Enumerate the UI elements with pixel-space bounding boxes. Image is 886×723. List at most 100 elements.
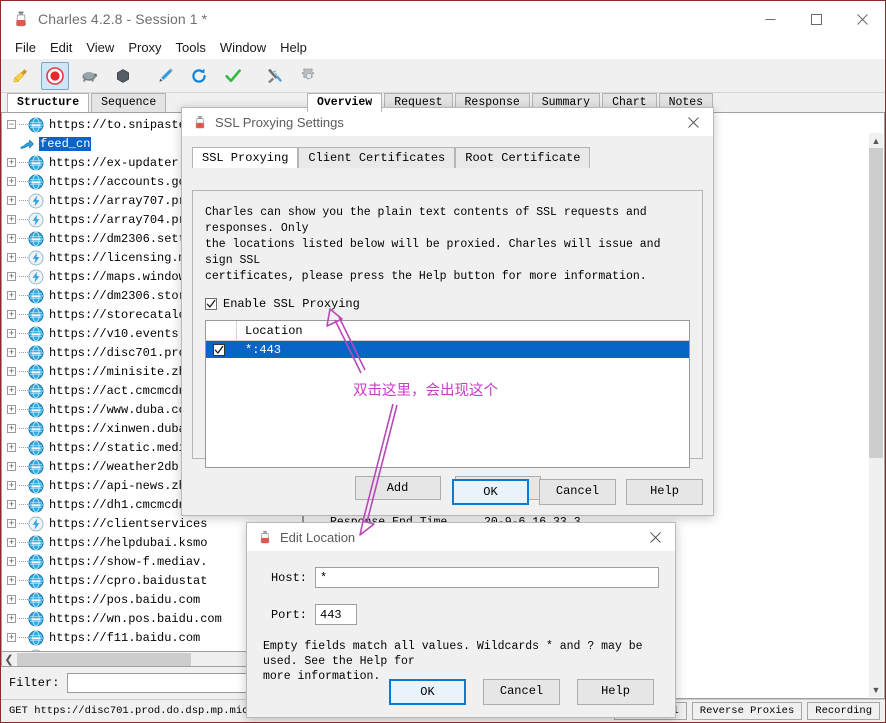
host-input[interactable] [315,567,659,588]
tools-wrench-icon[interactable] [261,62,289,90]
edit-dialog-footer: OK Cancel Help [379,679,661,705]
ssl-dialog-close-icon[interactable] [673,108,713,136]
expand-icon[interactable]: + [4,421,19,436]
host-globe-icon [28,535,44,551]
tab-root-certificate[interactable]: Root Certificate [455,147,591,168]
expand-icon[interactable]: + [4,364,19,379]
breakpoints-hexagon-icon[interactable] [109,62,137,90]
expand-icon[interactable]: + [4,630,19,645]
status-recording-button[interactable]: Recording [807,702,880,720]
scroll-left-arrow[interactable]: ❮ [2,653,16,666]
expand-icon[interactable]: + [4,611,19,626]
expand-icon[interactable]: + [4,554,19,569]
expand-icon[interactable]: + [4,193,19,208]
ssl-proxying-pane: Charles can show you the plain text cont… [192,190,703,500]
table-row[interactable]: *:443 [206,341,689,358]
edit-dialog-titlebar: Edit Location [247,523,675,551]
overview-vertical-scrollbar[interactable]: ▲ ▼ [869,133,883,697]
location-value-cell[interactable]: *:443 [237,343,281,357]
expand-icon[interactable]: + [4,402,19,417]
tab-sequence[interactable]: Sequence [91,93,167,112]
location-enabled-cell[interactable] [206,343,237,356]
tree-connector [19,618,28,619]
enable-ssl-proxying-checkbox[interactable] [205,298,217,310]
tab-overview[interactable]: Overview [307,93,383,112]
repeat-refresh-icon[interactable] [185,62,213,90]
expand-icon[interactable]: + [4,383,19,398]
tree-connector [19,599,28,600]
expand-icon[interactable]: + [4,478,19,493]
tab-ssl-proxying[interactable]: SSL Proxying [192,147,299,168]
host-globe-icon [28,402,44,418]
edit-dialog-close-icon[interactable] [635,523,675,551]
clear-session-icon[interactable] [7,62,35,90]
status-reverse-proxies-button[interactable]: Reverse Proxies [691,702,803,720]
menu-tools[interactable]: Tools [169,38,213,58]
expand-icon[interactable]: + [4,250,19,265]
maximize-button[interactable] [793,1,839,37]
expand-icon[interactable]: + [4,440,19,455]
expand-icon[interactable]: + [4,269,19,284]
tab-client-certificates[interactable]: Client Certificates [298,147,456,168]
expand-icon[interactable]: + [4,307,19,322]
expand-icon[interactable]: + [4,649,19,651]
tree-connector [19,485,28,486]
expand-icon[interactable]: + [4,573,19,588]
ssl-cancel-button[interactable]: Cancel [539,479,616,505]
minimize-button[interactable] [747,1,793,37]
ssl-locations-table[interactable]: Location *:443 [205,320,690,468]
expand-icon[interactable]: + [4,155,19,170]
compose-pen-icon[interactable] [151,62,179,90]
expand-icon[interactable]: + [4,212,19,227]
host-field-row: Host: [247,567,675,588]
port-input[interactable] [315,604,357,625]
scroll-down-arrow[interactable]: ▼ [869,682,883,697]
settings-gear-icon[interactable] [295,62,323,90]
expand-icon[interactable]: + [4,326,19,341]
ssl-description-text: Charles can show you the plain text cont… [205,206,661,283]
expand-icon[interactable]: + [4,288,19,303]
expand-icon[interactable]: + [4,459,19,474]
menu-file[interactable]: File [8,38,43,58]
scroll-thumb[interactable] [869,148,883,458]
menu-view[interactable]: View [79,38,121,58]
menu-edit[interactable]: Edit [43,38,79,58]
ssl-ok-button[interactable]: OK [452,479,529,505]
record-toggle-icon[interactable] [41,61,69,90]
expand-icon[interactable]: + [4,592,19,607]
menu-help[interactable]: Help [273,38,314,58]
close-button[interactable] [839,1,885,37]
validate-check-icon[interactable] [219,62,247,90]
expand-icon[interactable]: + [4,345,19,360]
menu-window[interactable]: Window [213,38,273,58]
scroll-up-arrow[interactable]: ▲ [869,133,883,148]
host-globe-icon [28,288,44,304]
edit-ok-button[interactable]: OK [389,679,466,705]
expand-icon[interactable]: + [4,174,19,189]
menu-proxy[interactable]: Proxy [121,38,168,58]
toolbar [1,59,885,93]
add-location-button[interactable]: Add [354,476,441,500]
tree-connector [19,238,28,239]
tree-item-label: https://f11.baidu.com [49,630,201,645]
tree-item-label: https://helpdubai.ksmo [49,535,208,550]
collapse-icon[interactable]: − [4,117,19,132]
tree-connector [19,219,28,220]
expand-icon[interactable]: + [4,231,19,246]
ssl-help-button[interactable]: Help [626,479,703,505]
tab-structure[interactable]: Structure [7,93,90,112]
host-globe-icon [28,554,44,570]
throttle-turtle-icon[interactable] [75,62,103,90]
expand-icon[interactable]: + [4,497,19,512]
tree-connector [19,314,28,315]
edit-cancel-button[interactable]: Cancel [483,679,560,705]
enable-ssl-proxying-row[interactable]: Enable SSL Proxying [193,285,702,311]
host-bolt-icon [28,212,44,228]
edit-help-button[interactable]: Help [577,679,654,705]
location-enabled-checkbox[interactable] [212,343,225,356]
host-globe-icon [28,231,44,247]
expand-icon[interactable]: + [4,535,19,550]
expand-icon[interactable]: + [4,516,19,531]
scroll-thumb[interactable] [17,652,191,666]
host-globe-icon [28,326,44,342]
